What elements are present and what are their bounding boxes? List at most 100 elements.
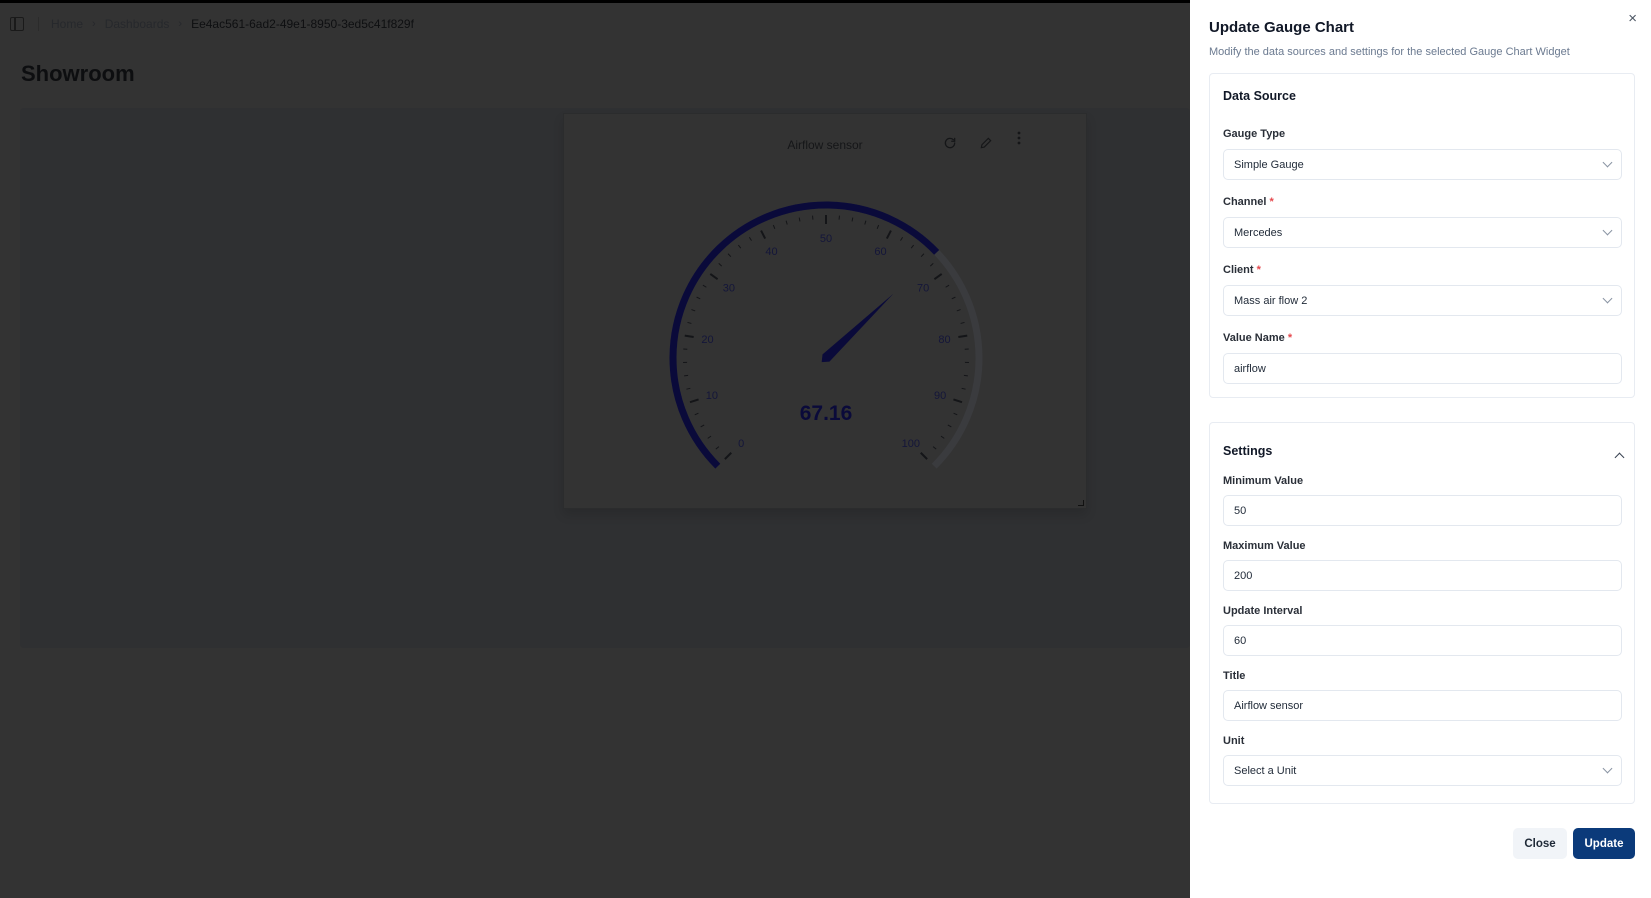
gauge-tick-label: 40 <box>765 246 777 258</box>
sidebar-toggle-icon[interactable] <box>10 17 24 31</box>
gauge-tick-label: 50 <box>820 233 832 245</box>
gauge-minor-tick <box>864 220 867 225</box>
min-value-input[interactable]: 50 <box>1223 495 1622 526</box>
gauge-minor-tick <box>953 412 958 416</box>
settings-title: Settings <box>1223 444 1273 458</box>
title-label: Title <box>1223 670 1246 682</box>
title-value: Airflow sensor <box>1234 699 1304 712</box>
value-name-input[interactable]: airflow <box>1223 353 1622 384</box>
gauge-needle <box>821 293 894 363</box>
gauge-minor-tick <box>920 253 925 258</box>
breadcrumb-home[interactable]: Home <box>51 17 83 31</box>
resize-handle[interactable] <box>1078 500 1084 506</box>
chevron-right-icon: › <box>92 18 96 30</box>
gauge-minor-tick <box>929 263 934 267</box>
chevron-right-icon: › <box>178 18 183 30</box>
data-source-card: Data Source Gauge Type Simple Gauge Chan… <box>1209 73 1635 398</box>
gauge-tick-label: 10 <box>706 390 718 402</box>
close-button[interactable]: Close <box>1513 828 1567 859</box>
gauge-minor-tick <box>932 446 937 450</box>
chevron-down-icon <box>1602 293 1613 304</box>
settings-card: Settings Minimum Value 50 Maximum Value … <box>1209 422 1635 804</box>
data-source-title: Data Source <box>1223 89 1296 103</box>
divider <box>38 17 39 31</box>
gauge-major-tick <box>920 452 928 460</box>
gauge-minor-tick <box>910 244 915 249</box>
chevron-up-icon[interactable] <box>1614 452 1625 463</box>
gauge-minor-tick <box>961 387 966 390</box>
min-value-label: Minimum Value <box>1223 475 1304 487</box>
gauge-minor-tick <box>945 284 950 288</box>
gauge-minor-tick <box>687 321 692 324</box>
gauge-chart: 0 10 20 30 40 50 60 70 80 90 100 67.16 <box>669 201 983 469</box>
gauge-major-tick <box>724 452 732 460</box>
gauge-minor-tick <box>798 217 801 222</box>
gauge-minor-tick <box>772 224 776 229</box>
chevron-down-icon <box>1602 763 1613 774</box>
dashboard-page: Home › Dashboards › Ee4ac561-6ad2-49e1-8… <box>0 0 1190 898</box>
unit-select[interactable]: Select a Unit <box>1223 755 1622 786</box>
gauge-minor-tick <box>696 296 701 300</box>
channel-select[interactable]: Mercedes <box>1223 217 1622 248</box>
gauge-minor-tick <box>960 321 965 324</box>
max-value-value: 200 <box>1234 569 1253 582</box>
gauge-tick-label: 90 <box>934 390 946 402</box>
update-button[interactable]: Update <box>1573 828 1635 859</box>
update-interval-input[interactable]: 60 <box>1223 625 1622 656</box>
client-label: Client * <box>1223 264 1261 276</box>
gauge-minor-tick <box>876 224 880 229</box>
gauge-major-tick <box>684 334 694 339</box>
gauge-minor-tick <box>686 387 691 390</box>
client-value: Mass air flow 2 <box>1234 294 1308 307</box>
update-interval-label: Update Interval <box>1223 605 1303 617</box>
gauge-widget[interactable]: Airflow sensor 0 10 20 30 40 50 60 70 80 90 100 67.… <box>563 113 1087 509</box>
max-value-label: Maximum Value <box>1223 540 1306 552</box>
gauge-major-tick <box>958 334 968 339</box>
panel-subtitle: Modify the data sources and settings for… <box>1209 46 1570 58</box>
title-input[interactable]: Airflow sensor <box>1223 690 1622 721</box>
gauge-tick-label: 0 <box>738 438 744 450</box>
gauge-minor-tick <box>951 296 956 300</box>
chevron-down-icon <box>1602 157 1613 168</box>
value-name-value: airflow <box>1234 362 1266 375</box>
min-value-value: 50 <box>1234 504 1247 517</box>
gauge-minor-tick <box>702 284 707 288</box>
gauge-minor-tick <box>947 424 952 428</box>
max-value-input[interactable]: 200 <box>1223 560 1622 591</box>
gauge-minor-tick <box>691 309 696 312</box>
breadcrumb-current: Ee4ac561-6ad2-49e1-8950-3ed5c41f829f <box>191 17 414 31</box>
required-marker: * <box>1269 196 1274 208</box>
gauge-minor-tick <box>694 412 699 416</box>
update-gauge-panel: × Update Gauge Chart Modify the data sou… <box>1190 0 1651 898</box>
gauge-tick-label: 60 <box>874 246 886 258</box>
gauge-type-select[interactable]: Simple Gauge <box>1223 149 1622 180</box>
gauge-minor-tick <box>956 309 961 312</box>
unit-placeholder: Select a Unit <box>1234 764 1297 777</box>
close-icon[interactable]: × <box>1628 10 1637 27</box>
gauge-minor-tick <box>737 244 742 249</box>
breadcrumb: Home › Dashboards › Ee4ac561-6ad2-49e1-8… <box>10 14 414 34</box>
gauge-type-value: Simple Gauge <box>1234 158 1304 171</box>
gauge-minor-tick <box>963 374 968 377</box>
gauge-tick-label: 100 <box>902 438 920 450</box>
gauge-minor-tick <box>700 424 705 428</box>
channel-value: Mercedes <box>1234 226 1283 239</box>
gauge-minor-tick <box>940 435 945 439</box>
gauge-major-tick <box>709 273 719 281</box>
update-interval-value: 60 <box>1234 634 1247 647</box>
gauge-minor-tick <box>900 236 904 241</box>
gauge-minor-tick <box>718 263 723 267</box>
client-select[interactable]: Mass air flow 2 <box>1223 285 1622 316</box>
required-marker: * <box>1287 332 1293 344</box>
panel-title: Update Gauge Chart <box>1209 19 1355 36</box>
gauge-major-tick <box>689 398 699 404</box>
gauge-minor-tick <box>707 435 712 439</box>
breadcrumb-dashboards[interactable]: Dashboards <box>105 17 170 31</box>
required-marker: * <box>1256 264 1261 276</box>
gauge-value-label: 67.16 <box>800 402 853 425</box>
gauge-tick-label: 20 <box>701 334 713 346</box>
gauge-tick-label: 70 <box>917 282 929 294</box>
chevron-down-icon <box>1602 225 1613 236</box>
gauge-major-tick <box>885 230 892 240</box>
gauge-tick-label: 30 <box>723 282 735 294</box>
